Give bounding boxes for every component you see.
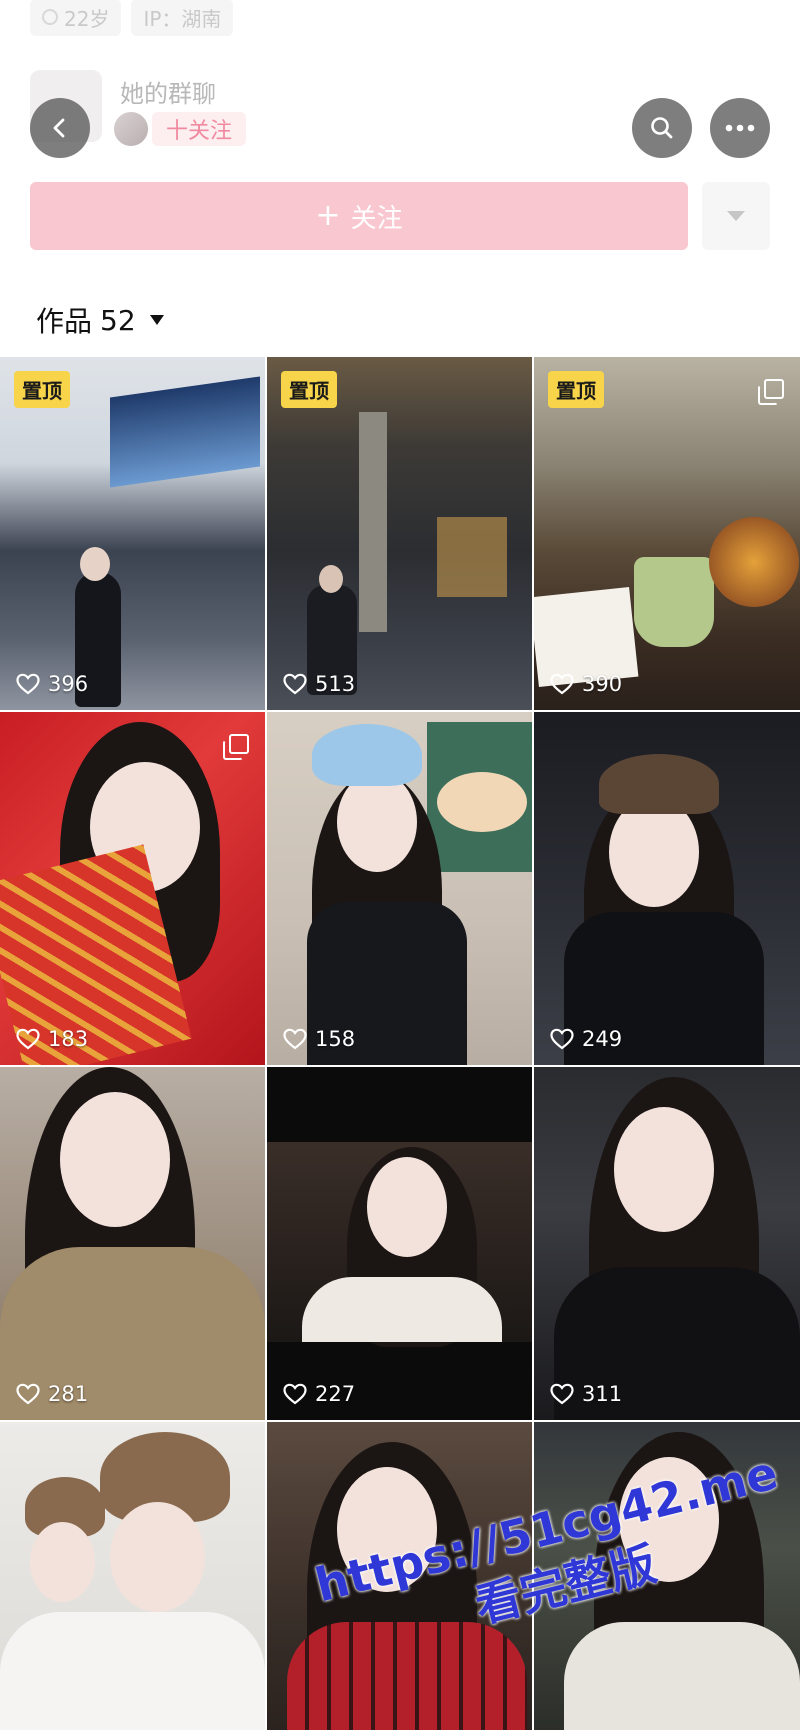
noodle-bowl-shape (437, 772, 527, 832)
video-tile[interactable]: 158 (267, 712, 532, 1065)
video-tile[interactable]: 249 (534, 712, 800, 1065)
heart-icon (16, 1028, 40, 1050)
chevron-left-icon (53, 118, 65, 138)
heart-icon (283, 673, 307, 695)
cat-hat-shape (312, 724, 422, 786)
beret-hat-shape (599, 754, 719, 814)
top-shape (564, 1622, 800, 1730)
like-count: 249 (550, 1027, 622, 1051)
pin-badge: 置顶 (548, 371, 604, 408)
top-shape (0, 1612, 265, 1730)
video-tile[interactable] (0, 1422, 265, 1730)
ip-label: IP：湖南 (143, 6, 222, 31)
plus-icon: + (315, 198, 341, 233)
heart-icon (550, 1383, 574, 1405)
face-shape (367, 1157, 447, 1257)
like-count-value: 396 (48, 672, 89, 696)
like-count-value: 183 (48, 1027, 89, 1051)
like-count-value: 158 (315, 1027, 356, 1051)
face-shape (110, 1502, 205, 1612)
age-label: 22岁 (64, 6, 110, 31)
heart-icon (16, 673, 40, 695)
face-shape (614, 1107, 714, 1232)
pin-badge: 置顶 (14, 371, 70, 408)
group-follow-chip[interactable]: 十关注 (152, 112, 247, 146)
like-count: 396 (16, 672, 88, 696)
follow-button[interactable]: + 关注 (30, 182, 688, 250)
pillar-shape (359, 412, 387, 632)
group-chat-title: 她的群聊 (120, 80, 216, 108)
video-tile[interactable]: 置顶 390 (534, 357, 800, 710)
video-tile[interactable]: 281 (0, 1067, 265, 1420)
video-tile[interactable] (267, 1422, 532, 1730)
heart-icon (550, 673, 574, 695)
face-shape (60, 1092, 170, 1227)
ip-chip: IP：湖南 (131, 0, 234, 36)
follow-button-label: 关注 (350, 203, 403, 234)
recommend-dropdown-button[interactable] (702, 182, 770, 250)
search-button[interactable] (632, 98, 692, 158)
works-label: 作品 (36, 305, 93, 338)
profile-meta-row: 22岁 IP：湖南 (30, 0, 234, 36)
face-shape (337, 772, 417, 872)
back-button[interactable] (30, 98, 90, 158)
avatar (112, 110, 150, 148)
like-count: 183 (16, 1027, 88, 1051)
video-tile[interactable]: 置顶 396 (0, 357, 265, 710)
face-shape (337, 1467, 437, 1592)
video-tile[interactable]: 227 (267, 1067, 532, 1420)
triangle-down-icon (149, 315, 164, 325)
search-icon (651, 117, 673, 139)
heart-icon (283, 1383, 307, 1405)
like-count-value: 311 (582, 1382, 623, 1406)
video-tile[interactable]: 置顶 513 (267, 357, 532, 710)
heart-icon (16, 1383, 40, 1405)
heart-icon (550, 1028, 574, 1050)
works-grid: 置顶 396 置顶 513 置顶 390 183 158 249 281 227… (0, 357, 800, 1730)
multi-image-icon (223, 734, 249, 760)
like-count-value: 227 (315, 1382, 356, 1406)
like-count: 227 (283, 1382, 355, 1406)
more-button[interactable] (710, 98, 770, 158)
light-shape (437, 517, 507, 597)
like-count-value: 281 (48, 1382, 89, 1406)
face-shape (30, 1522, 95, 1602)
video-tile[interactable]: 183 (0, 712, 265, 1065)
like-count-value: 390 (582, 672, 623, 696)
face-shape (619, 1457, 719, 1582)
like-count: 281 (16, 1382, 88, 1406)
drink-cup-shape (634, 557, 714, 647)
like-count: 158 (283, 1027, 355, 1051)
food-plate-shape (709, 517, 799, 607)
age-chip: 22岁 (30, 0, 122, 36)
like-count: 513 (283, 672, 355, 696)
pin-badge: 置顶 (281, 371, 337, 408)
like-count-value: 249 (582, 1027, 623, 1051)
video-tile[interactable]: 311 (534, 1067, 800, 1420)
plaid-shirt-shape (287, 1622, 527, 1730)
top-shape (302, 1277, 502, 1342)
like-count: 311 (550, 1382, 622, 1406)
person-head (319, 565, 343, 593)
triangle-down-icon (727, 211, 745, 221)
multi-image-icon (758, 379, 784, 405)
heart-icon (283, 1028, 307, 1050)
more-dots-icon (725, 124, 755, 132)
gender-icon (42, 9, 58, 25)
like-count: 390 (550, 672, 622, 696)
person-head (80, 547, 110, 581)
like-count-value: 513 (315, 672, 356, 696)
video-tile[interactable] (534, 1422, 800, 1730)
works-count: 52 (100, 303, 136, 337)
works-tab[interactable]: 作品 52 (36, 300, 164, 340)
